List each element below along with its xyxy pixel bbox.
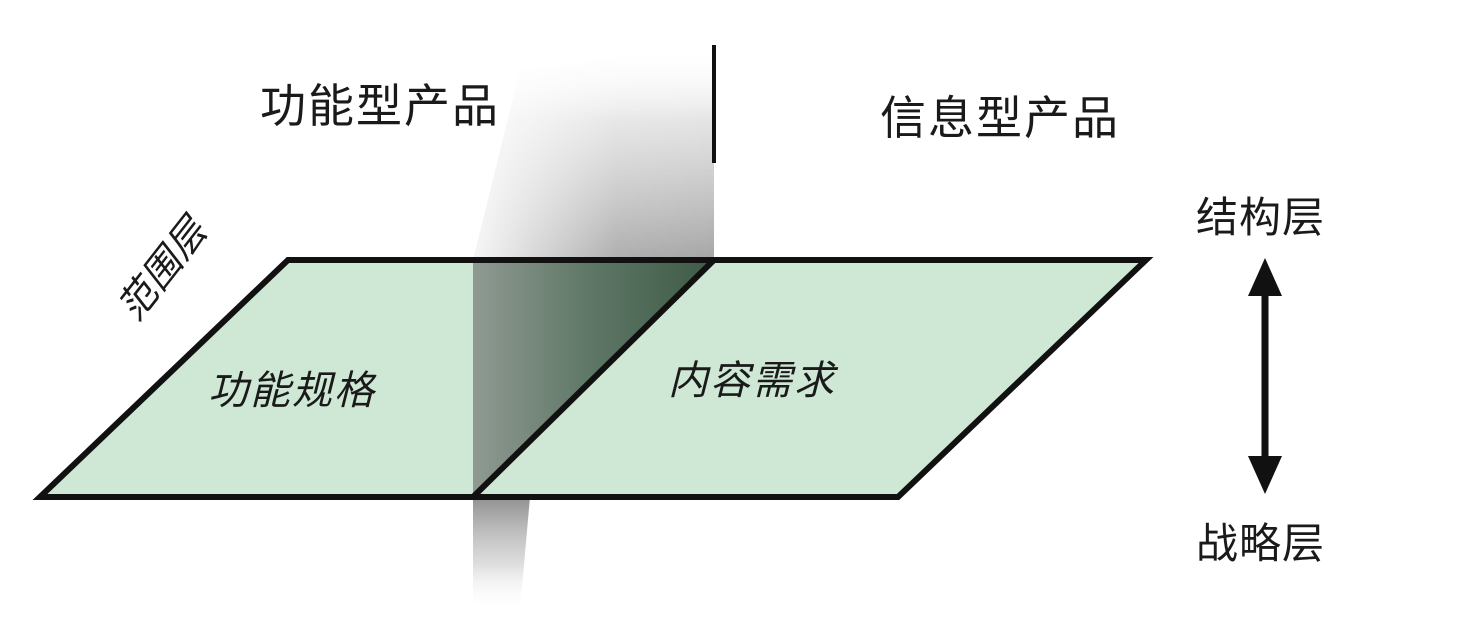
- divider-plane-lower: [473, 497, 530, 610]
- strategy-layer-label: 战略层: [1196, 519, 1326, 568]
- content-requirements-label: 内容需求: [668, 358, 836, 404]
- functional-spec-label: 功能规格: [208, 368, 376, 414]
- functional-product-heading: 功能型产品: [260, 79, 500, 133]
- arrow-up-icon: [1248, 258, 1282, 296]
- structure-layer-label: 结构层: [1196, 193, 1326, 242]
- information-product-heading: 信息型产品: [880, 91, 1120, 145]
- arrow-down-icon: [1248, 456, 1282, 494]
- divider-plane-upper-fade: [473, 45, 714, 262]
